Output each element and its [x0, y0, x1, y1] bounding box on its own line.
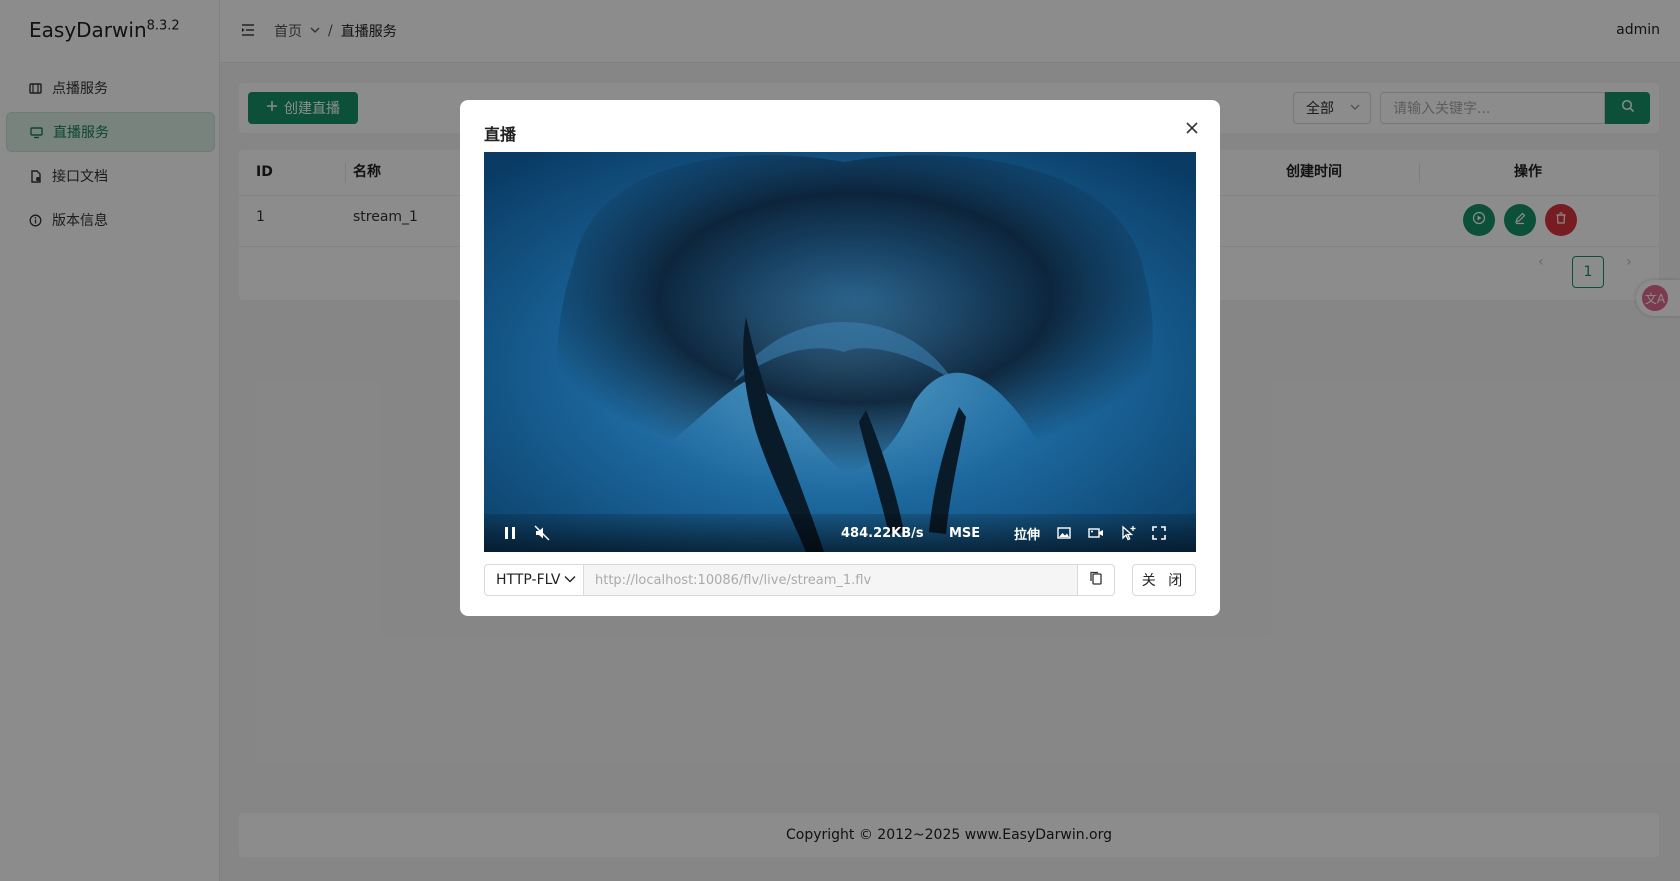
- video-player[interactable]: 484.22KB/s MSE 拉伸: [484, 152, 1196, 552]
- fullscreen-icon[interactable]: [1152, 524, 1166, 542]
- protocol-select[interactable]: HTTP-FLV: [484, 564, 584, 596]
- live-modal: 直播 484.22KB/s MSE 拉伸 HTTP-FLV http://loc…: [460, 100, 1220, 616]
- video-frame: [484, 152, 1196, 552]
- stream-url-placeholder: http://localhost:10086/flv/live/stream_1…: [595, 572, 872, 588]
- record-icon[interactable]: [1088, 524, 1104, 542]
- mute-icon[interactable]: [534, 524, 550, 542]
- decoder-mode: MSE: [949, 525, 981, 541]
- copy-button[interactable]: [1078, 564, 1115, 596]
- close-button[interactable]: 关 闭: [1132, 564, 1196, 596]
- player-controls: 484.22KB/s MSE 拉伸: [484, 514, 1196, 552]
- copy-icon: [1089, 571, 1103, 589]
- modal-title: 直播: [484, 125, 517, 144]
- zoom-cursor-icon[interactable]: [1120, 524, 1136, 542]
- chevron-down-icon: [564, 572, 576, 588]
- stream-url-row: HTTP-FLV http://localhost:10086/flv/live…: [484, 564, 1196, 596]
- protocol-value: HTTP-FLV: [496, 572, 561, 588]
- stretch-button[interactable]: 拉伸: [1014, 524, 1040, 543]
- bitrate-readout: 484.22KB/s: [841, 525, 924, 541]
- screenshot-icon[interactable]: [1057, 524, 1071, 542]
- pause-icon[interactable]: [504, 524, 516, 542]
- close-icon[interactable]: [1182, 118, 1202, 138]
- stream-url-field[interactable]: http://localhost:10086/flv/live/stream_1…: [584, 564, 1078, 596]
